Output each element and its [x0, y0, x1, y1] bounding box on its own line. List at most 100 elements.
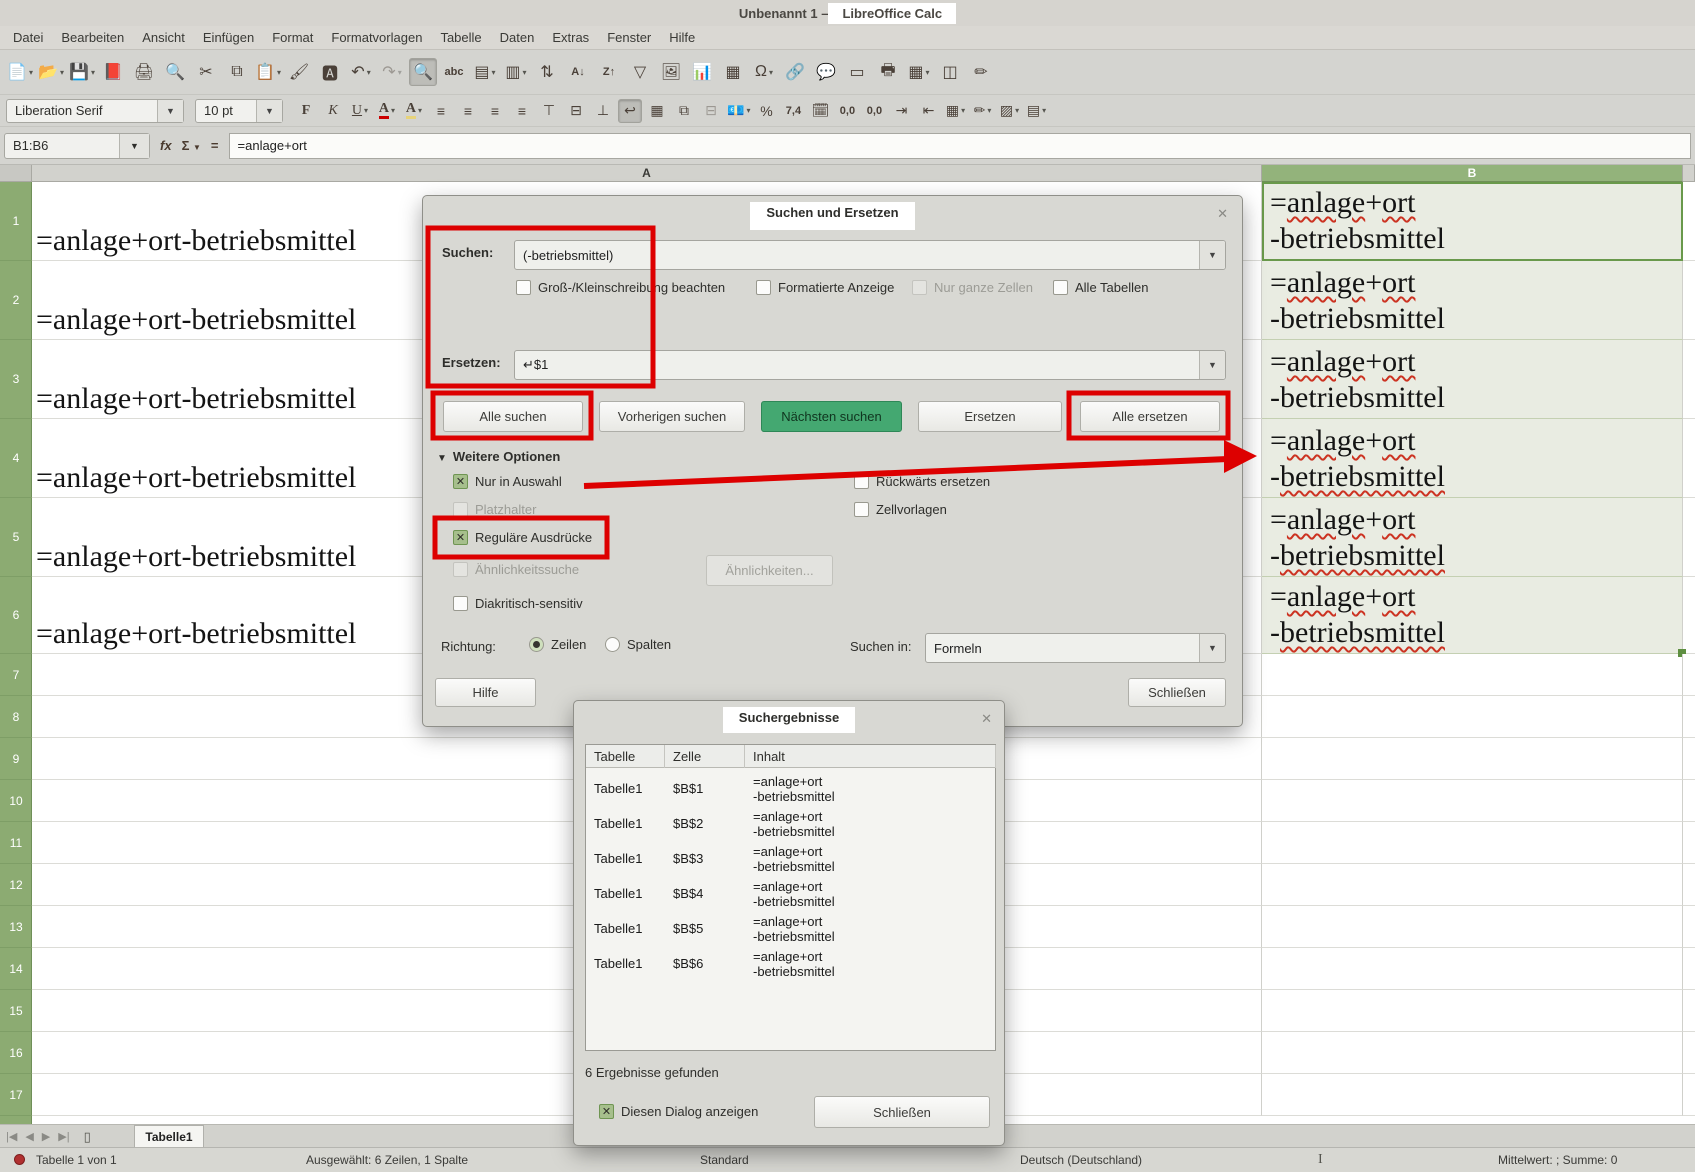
search-in-dropdown[interactable]: Formeln ▼ — [925, 633, 1226, 663]
cell-b2[interactable]: =anlage+ort-betriebsmittel — [1262, 261, 1683, 340]
insert-row-icon[interactable]: ▤▾ — [471, 58, 499, 86]
italic-icon[interactable]: K — [321, 99, 345, 123]
row-header-10[interactable]: 10 — [0, 780, 32, 822]
copy-icon[interactable]: ⧉ — [223, 58, 251, 86]
menu-extras[interactable]: Extras — [543, 27, 598, 48]
new-document-icon[interactable]: 📄▾ — [6, 58, 34, 86]
highlighting-color-icon[interactable]: A▾ — [402, 99, 426, 123]
print-area-icon[interactable]: 🖶 — [874, 58, 902, 86]
clone-formatting-icon[interactable]: 🖌 — [285, 58, 313, 86]
row-header-6[interactable]: 6 — [0, 577, 32, 654]
export-pdf-icon[interactable]: 📕 — [99, 58, 127, 86]
show-draw-functions-icon[interactable]: ✏ — [967, 58, 995, 86]
cell-b6[interactable]: =anlage+ort-betriebsmittel — [1262, 577, 1683, 654]
open-dropdown-icon[interactable]: ▾ — [60, 68, 64, 77]
row-header-2[interactable]: 2 — [0, 261, 32, 340]
status-sheet-position[interactable]: Tabelle 1 von 1 — [36, 1153, 117, 1167]
results-row-2[interactable]: Tabelle1$B$2=anlage+ort-betriebsmittel — [586, 806, 995, 841]
row-header-3[interactable]: 3 — [0, 340, 32, 419]
replace-dropdown-icon[interactable]: ▼ — [1199, 351, 1225, 379]
cell-b16[interactable] — [1262, 1032, 1683, 1074]
special-character-dropdown-icon[interactable]: ▾ — [769, 68, 773, 77]
similarities-button[interactable]: Ähnlichkeiten... — [706, 555, 833, 586]
redo-icon[interactable]: ↷▾ — [378, 58, 406, 86]
decrease-indent-icon[interactable]: ⇤ — [916, 99, 940, 123]
cell-b5[interactable]: =anlage+ort-betriebsmittel — [1262, 498, 1683, 577]
checkbox-r-ckw-rts-ersetzen[interactable]: Rückwärts ersetzen — [854, 474, 990, 489]
checkbox-alle-tabellen[interactable]: Alle Tabellen — [1053, 280, 1148, 295]
clear-formatting-icon[interactable]: 🅰 — [316, 58, 344, 86]
highlighting-color-dropdown-icon[interactable]: ▾ — [418, 106, 422, 115]
paste-icon[interactable]: 📋▾ — [254, 58, 282, 86]
vorherigen-suchen-button[interactable]: Vorherigen suchen — [599, 401, 745, 432]
insert-comment-icon[interactable]: 💬 — [812, 58, 840, 86]
menu-datei[interactable]: Datei — [4, 27, 52, 48]
help-button[interactable]: Hilfe — [435, 678, 536, 707]
select-all-corner[interactable] — [0, 165, 32, 182]
border-style-icon[interactable]: ✏▾ — [970, 99, 994, 123]
wrap-text-icon[interactable]: ↩ — [618, 99, 642, 123]
row-header-4[interactable]: 4 — [0, 419, 32, 498]
sort-descending-icon[interactable]: Z↑ — [595, 58, 623, 86]
cell-b17[interactable] — [1262, 1074, 1683, 1116]
last-sheet-icon[interactable]: ▶| — [58, 1130, 69, 1143]
background-color-dropdown-icon[interactable]: ▾ — [1015, 106, 1019, 115]
insert-column-dropdown-icon[interactable]: ▾ — [523, 68, 527, 77]
checkbox-gro-kleinschreibung-beachten[interactable]: Groß-/Kleinschreibung beachten — [516, 280, 725, 295]
column-header-b[interactable]: B — [1262, 165, 1683, 182]
column-header-a[interactable]: A — [32, 165, 1262, 182]
checkbox-nur-in-auswahl[interactable]: ✕Nur in Auswahl — [453, 474, 562, 489]
underline-dropdown-icon[interactable]: ▾ — [364, 106, 368, 115]
more-options-toggle[interactable]: ▼Weitere Optionen — [437, 449, 560, 464]
cell-b13[interactable] — [1262, 906, 1683, 948]
direction-rows-radio[interactable]: Zeilen — [529, 637, 586, 652]
row-header-9[interactable]: 9 — [0, 738, 32, 780]
sheet-tab-tabelle1[interactable]: Tabelle1 — [134, 1125, 204, 1148]
cell-b9[interactable] — [1262, 738, 1683, 780]
date-format-icon[interactable]: 🗓 — [808, 99, 832, 123]
status-selection-info[interactable]: Ausgewählt: 6 Zeilen, 1 Spalte — [306, 1153, 468, 1167]
new-document-dropdown-icon[interactable]: ▾ — [29, 68, 33, 77]
function-wizard-icon[interactable]: fx — [160, 138, 172, 153]
row-header-12[interactable]: 12 — [0, 864, 32, 906]
print-icon[interactable]: 🖨 — [130, 58, 158, 86]
cell-b3[interactable]: =anlage+ort-betriebsmittel — [1262, 340, 1683, 419]
unmerge-cells-icon[interactable]: ⊟ — [699, 99, 723, 123]
menu-fenster[interactable]: Fenster — [598, 27, 660, 48]
undo-dropdown-icon[interactable]: ▾ — [367, 68, 371, 77]
cell-b11[interactable] — [1262, 822, 1683, 864]
increase-indent-icon[interactable]: ⇥ — [889, 99, 913, 123]
underline-icon[interactable]: U▾ — [348, 99, 372, 123]
center-vertically-icon[interactable]: ⊟ — [564, 99, 588, 123]
insert-column-icon[interactable]: ▥▾ — [502, 58, 530, 86]
replace-input[interactable]: ↵$1 ▼ — [514, 350, 1226, 380]
row-header-14[interactable]: 14 — [0, 948, 32, 990]
cell-b14[interactable] — [1262, 948, 1683, 990]
n-chsten-suchen-button[interactable]: Nächsten suchen — [761, 401, 902, 432]
checkbox-diakritisch-sensitiv[interactable]: Diakritisch-sensitiv — [453, 596, 583, 611]
print-preview-icon[interactable]: 🔍 — [161, 58, 189, 86]
align-justify-icon[interactable]: ≡ — [510, 99, 534, 123]
formula-icon[interactable]: = — [211, 138, 219, 153]
insert-chart-icon[interactable]: 📊 — [688, 58, 716, 86]
save-dropdown-icon[interactable]: ▾ — [91, 68, 95, 77]
font-color-icon[interactable]: A▾ — [375, 99, 399, 123]
alle-suchen-button[interactable]: Alle suchen — [443, 401, 583, 432]
delete-decimal-place-icon[interactable]: 0,0 — [862, 99, 886, 123]
row-header-1[interactable]: 1 — [0, 182, 32, 261]
cell-b4[interactable]: =anlage+ort-betriebsmittel — [1262, 419, 1683, 498]
menu-bearbeiten[interactable]: Bearbeiten — [52, 27, 133, 48]
redo-dropdown-icon[interactable]: ▾ — [398, 68, 402, 77]
menu-daten[interactable]: Daten — [491, 27, 544, 48]
font-name-combo[interactable]: Liberation Serif ▼ — [6, 99, 184, 123]
checkbox-nur-ganze-zellen[interactable]: Nur ganze Zellen — [912, 280, 1033, 295]
cell-b15[interactable] — [1262, 990, 1683, 1032]
number-format-icon[interactable]: 7,4 — [781, 99, 805, 123]
insert-row-dropdown-icon[interactable]: ▾ — [492, 68, 496, 77]
next-sheet-icon[interactable]: ▶ — [42, 1130, 50, 1143]
results-row-1[interactable]: Tabelle1$B$1=anlage+ort-betriebsmittel — [586, 771, 995, 806]
insert-hyperlink-icon[interactable]: 🔗 — [781, 58, 809, 86]
results-row-4[interactable]: Tabelle1$B$4=anlage+ort-betriebsmittel — [586, 876, 995, 911]
sort-icon[interactable]: ⇅ — [533, 58, 561, 86]
borders-dropdown-icon[interactable]: ▾ — [961, 106, 965, 115]
